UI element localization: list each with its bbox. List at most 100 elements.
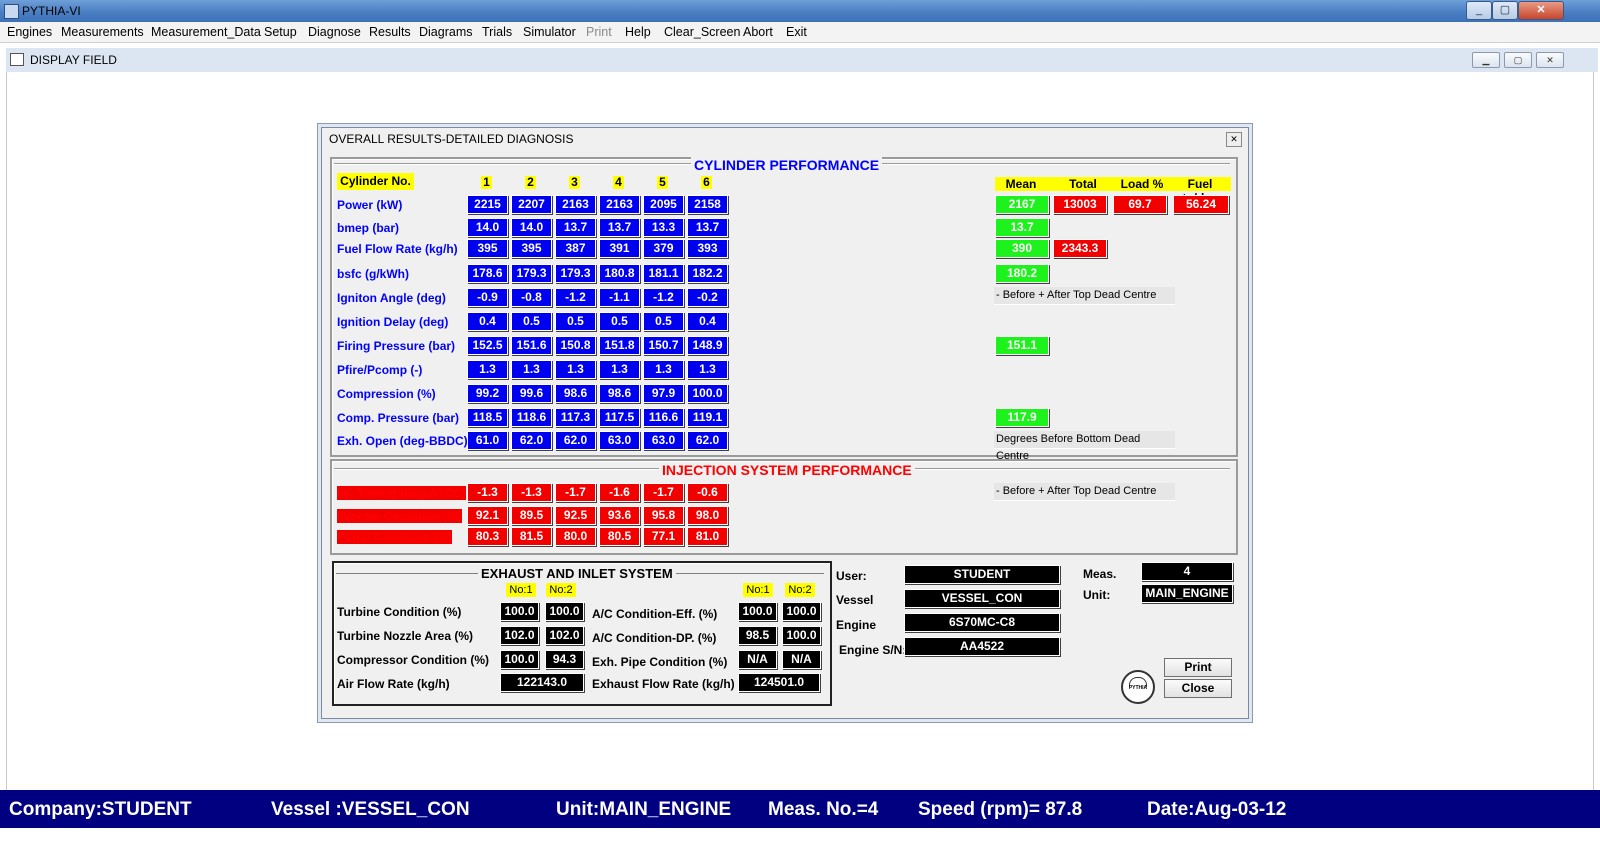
close-window-button[interactable]: ✕ [1518,1,1564,20]
menu-measurement-data[interactable]: Measurement_Data [151,25,261,39]
cylinder-value-cell: 62.0 [511,431,552,450]
status-meas-no: Meas. No.=4 [768,799,879,820]
cylinder-value-cell: 97.9 [643,384,684,403]
cylinder-value-cell: 2095 [643,195,684,214]
summary-header: Total [1061,177,1105,191]
cylinder-row-label: Compression (%) [337,387,436,401]
summary-header: Fuel tn/day [1170,177,1230,205]
load-percent: 69.7 [1113,195,1167,214]
turbo-no1-value: 100.0 [500,650,539,669]
logo-text: PYTHIA [1128,685,1148,691]
cylinder-value-cell: 99.6 [511,384,552,403]
unit-label: Unit: [1083,588,1111,602]
status-company: Company:STUDENT [9,799,192,820]
exhaust-row-label: Compressor Condition (%) [337,653,489,667]
injection-value-cell: 77.1 [643,527,684,546]
cylinder-value-cell: 63.0 [643,431,684,450]
cylinder-row-label: bsfc (g/kWh) [337,267,409,281]
cylinder-value-cell: 179.3 [555,264,596,283]
menu-print[interactable]: Print [586,25,612,39]
cylinder-value-cell: 61.0 [467,431,508,450]
cylinder-row-label: bmep (bar) [337,221,400,235]
bottom-strip [0,828,1600,848]
minimize-button[interactable]: _ [1466,1,1492,20]
pythia-logo-icon: PYTHIA [1121,670,1155,704]
cylinder-value-cell: -0.8 [511,288,552,307]
maximize-button[interactable]: ▢ [1492,1,1518,20]
ac-no2-value: 100.0 [782,626,821,645]
cylinder-value-cell: 2158 [687,195,728,214]
mdi-close-button[interactable]: ✕ [1536,52,1564,68]
user-value: STUDENT [904,565,1060,584]
cylinder-value-cell: 180.8 [599,264,640,283]
exhaust-row-label: Turbine Nozzle Area (%) [337,629,474,643]
cylinder-value-cell: 2163 [555,195,596,214]
cylinder-value-cell: 0.5 [511,312,552,331]
menu-abort[interactable]: Abort [743,25,773,39]
inj-timing-note: - Before + After Top Dead Centre [994,483,1175,501]
injection-row-label: Pump Condition (%) [337,530,452,544]
menu-simulator[interactable]: Simulator [523,25,576,39]
cylinder-value-cell: 0.5 [555,312,596,331]
cylinder-performance-title: CYLINDER PERFORMANCE [691,157,883,173]
fuel-flow-mean: 390 [995,239,1049,258]
air-flow-label: Air Flow Rate (kg/h) [337,677,450,691]
exhaust-flow-label: Exhaust Flow Rate (kg/h) [592,677,735,691]
cylinder-value-cell: 178.6 [467,264,508,283]
close-button[interactable]: Close [1164,679,1232,698]
status-speed: Speed (rpm)= 87.8 [918,799,1083,820]
exh-open-note: Degrees Before Bottom Dead Centre [994,431,1175,462]
window-icon [10,53,24,66]
menu-engines[interactable]: Engines [7,25,52,39]
menu-help[interactable]: Help [625,25,651,39]
ac-no2-value: N/A [782,650,821,669]
cylinder-value-cell: -1.2 [643,288,684,307]
cylinder-value-cell: 1.3 [555,360,596,379]
cylinder-number: 4 [613,176,624,189]
app-icon [4,4,19,19]
power-mean: 2167 [995,195,1049,214]
injection-value-cell: -1.6 [599,483,640,502]
menu-diagrams[interactable]: Diagrams [419,25,473,39]
cylinder-value-cell: 393 [687,239,728,258]
cylinder-value-cell: 150.8 [555,336,596,355]
print-button[interactable]: Print [1164,658,1232,677]
mdi-minimize-button[interactable]: ▁ [1472,52,1500,68]
ac-no1-value: 100.0 [738,602,777,621]
dialog-close-button[interactable]: ✕ [1226,132,1242,147]
mdi-restore-button[interactable]: ▢ [1504,52,1532,68]
cylinder-value-cell: 0.4 [687,312,728,331]
vessel-value: VESSEL_CON [904,589,1060,608]
cylinder-row-label: Comp. Pressure (bar) [337,411,460,425]
menu-diagnose[interactable]: Diagnose [308,25,361,39]
menu-measurements[interactable]: Measurements [61,25,144,39]
cylinder-value-cell: 2163 [599,195,640,214]
injection-value-cell: 93.6 [599,506,640,525]
fuel-flow-total: 2343.3 [1053,239,1107,258]
window-title: PYTHIA-VI [22,4,81,18]
air-flow-value: 122143.0 [500,673,584,692]
injection-value-cell: 95.8 [643,506,684,525]
dialog-title: OVERALL RESULTS-DETAILED DIAGNOSIS [329,132,574,146]
menu-results[interactable]: Results [369,25,411,39]
cylinder-value-cell: 63.0 [599,431,640,450]
bmep-mean: 13.7 [995,218,1049,237]
cylinder-value-cell: 62.0 [687,431,728,450]
cylinder-value-cell: 152.5 [467,336,508,355]
ac-no2-value: 100.0 [782,602,821,621]
menu-setup[interactable]: Setup [264,25,297,39]
cylinder-value-cell: 1.3 [511,360,552,379]
display-field-titlebar [6,48,1598,72]
injection-value-cell: 80.0 [555,527,596,546]
cylinder-row-label: Firing Pressure (bar) [337,339,456,353]
menu-bar: Engines Measurements Measurement_Data Se… [0,22,1600,43]
user-label: User: [836,569,867,583]
cylinder-row-label: Power (kW) [337,198,403,212]
menu-clear-screen[interactable]: Clear_Screen [664,25,740,39]
unit-value: MAIN_ENGINE [1141,584,1233,603]
engine-sn-value: AA4522 [904,637,1060,656]
menu-trials[interactable]: Trials [482,25,512,39]
bsfc-mean: 180.2 [995,264,1049,283]
cylinder-value-cell: 151.8 [599,336,640,355]
menu-exit[interactable]: Exit [786,25,807,39]
